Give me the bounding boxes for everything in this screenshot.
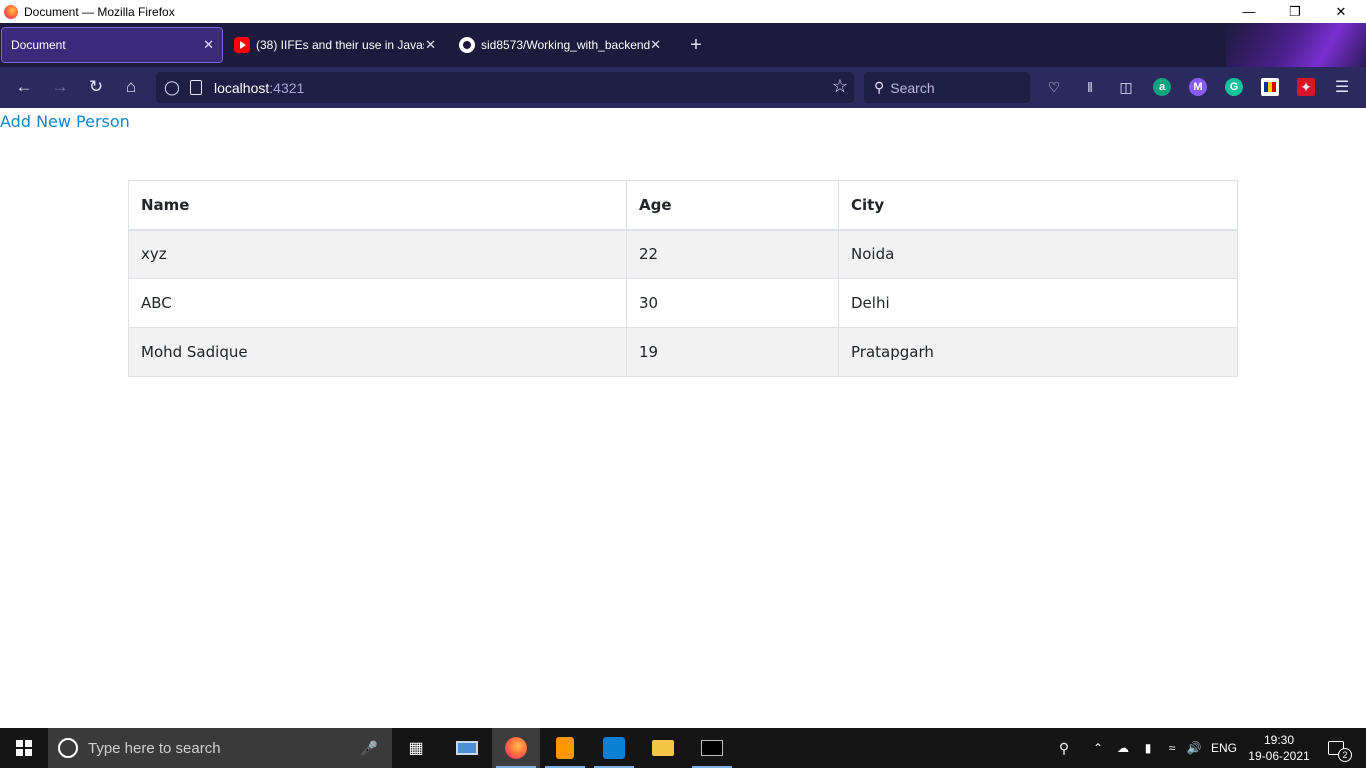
cell-city: Delhi (838, 278, 1238, 328)
tracking-shield-icon[interactable]: ◯ (164, 79, 180, 96)
language-indicator[interactable]: ENG (1208, 728, 1240, 768)
tab-document[interactable]: Document ✕ (1, 27, 223, 63)
github-icon (459, 37, 475, 53)
table-row: Mohd Sadique 19 Pratapgarh (128, 327, 1238, 377)
tab-github[interactable]: sid8573/Working_with_backend ✕ (459, 27, 665, 63)
window-titlebar: Document — Mozilla Firefox — ❐ ✕ (0, 0, 1366, 23)
column-header-age: Age (626, 180, 839, 231)
tab-label: Document (11, 38, 66, 52)
menu-hamburger-icon[interactable]: ☰ (1333, 78, 1351, 96)
cell-name: Mohd Sadique (128, 327, 627, 377)
search-input[interactable]: ⚲ Search (864, 72, 1030, 103)
windows-logo-icon (16, 740, 32, 756)
column-header-city: City (838, 180, 1238, 231)
microphone-icon[interactable]: 🎤 (361, 740, 378, 757)
wifi-icon[interactable]: ≈ (1161, 728, 1183, 768)
system-clock[interactable]: 19:30 19-06-2021 (1246, 732, 1312, 764)
cell-age: 22 (626, 229, 839, 279)
firefox-taskbar-icon[interactable] (492, 728, 540, 768)
windows-taskbar: Type here to search 🎤 ▦ ⚲ ⌃ ☁ ▮ ≈ 🔊 ENG … (0, 728, 1366, 768)
bookmark-star-icon[interactable]: ☆ (832, 76, 848, 97)
laptop-app-icon[interactable] (443, 728, 491, 768)
battery-icon[interactable]: ▮ (1137, 728, 1159, 768)
extension-m-icon[interactable]: M (1189, 78, 1207, 96)
theme-decoration (1226, 23, 1366, 67)
forward-arrow-icon[interactable]: → (48, 75, 72, 99)
tab-close-icon[interactable]: ✕ (425, 37, 436, 53)
people-icon[interactable]: ⚲ (1052, 728, 1076, 768)
firefox-logo-icon (4, 4, 18, 19)
home-icon[interactable]: ⌂ (119, 75, 143, 99)
cell-age: 19 (626, 327, 839, 377)
table-row: xyz 22 Noida (128, 229, 1238, 279)
tab-label: sid8573/Working_with_backend (481, 38, 651, 52)
url-port: :4321 (269, 79, 305, 96)
people-table: Name Age City xyz 22 Noida ABC 30 Delhi … (128, 180, 1238, 377)
close-window-button[interactable]: ✕ (1318, 0, 1364, 23)
reload-icon[interactable]: ↻ (84, 75, 108, 99)
pocket-icon[interactable]: ♡ (1045, 78, 1063, 96)
window-title: Document — Mozilla Firefox (24, 4, 175, 19)
task-view-icon[interactable]: ▦ (392, 728, 440, 768)
extension-wand-icon[interactable]: ✦ (1297, 78, 1315, 96)
start-button[interactable] (0, 728, 48, 768)
address-bar[interactable]: ◯ localhost :4321 ☆ (156, 72, 854, 103)
restore-button[interactable]: ❐ (1272, 0, 1318, 23)
tab-close-icon[interactable]: ✕ (203, 37, 214, 53)
tab-label: (38) IIFEs and their use in Javasc (256, 38, 424, 52)
volume-icon[interactable]: 🔊 (1183, 728, 1205, 768)
back-arrow-icon[interactable]: ← (12, 75, 36, 99)
clock-date: 19-06-2021 (1248, 749, 1310, 763)
onedrive-icon[interactable]: ☁ (1112, 728, 1134, 768)
search-placeholder: Search (890, 79, 935, 96)
notification-center-icon[interactable]: 2 (1318, 728, 1354, 768)
library-icon[interactable]: ‖ (1081, 78, 1099, 96)
navigation-toolbar: ← → ↻ ⌂ ◯ localhost :4321 ☆ ⚲ Search ♡ ‖… (0, 67, 1366, 108)
cell-city: Noida (838, 229, 1238, 279)
cell-name: ABC (128, 278, 627, 328)
cell-city: Pratapgarh (838, 327, 1238, 377)
file-explorer-icon[interactable] (639, 728, 687, 768)
youtube-icon (234, 37, 250, 53)
extension-flag-icon[interactable] (1261, 78, 1279, 96)
cell-age: 30 (626, 278, 839, 328)
cortana-icon (58, 738, 78, 758)
add-new-person-link[interactable]: Add New Person (0, 112, 130, 131)
grammarly-icon[interactable]: G (1225, 78, 1243, 96)
tab-youtube[interactable]: (38) IIFEs and their use in Javasc ✕ (234, 27, 438, 63)
chevron-up-icon[interactable]: ⌃ (1088, 728, 1108, 768)
terminal-icon[interactable] (688, 728, 736, 768)
page-info-icon[interactable] (190, 80, 202, 95)
extension-a-icon[interactable]: a (1153, 78, 1171, 96)
page-content: Add New Person Name Age City xyz 22 Noid… (0, 108, 1366, 728)
sidebar-icon[interactable]: ◫ (1117, 78, 1135, 96)
vscode-icon[interactable] (590, 728, 638, 768)
table-header-row: Name Age City (128, 180, 1238, 231)
minimize-button[interactable]: — (1226, 0, 1272, 23)
search-icon: ⚲ (874, 79, 885, 95)
clock-time: 19:30 (1263, 733, 1295, 747)
url-host: localhost (214, 79, 270, 96)
new-tab-button[interactable]: + (686, 33, 706, 57)
taskbar-search-placeholder: Type here to search (88, 739, 221, 757)
cell-name: xyz (128, 229, 627, 279)
taskbar-search-box[interactable]: Type here to search 🎤 (48, 728, 392, 768)
column-header-name: Name (128, 180, 627, 231)
tab-strip: Document ✕ (38) IIFEs and their use in J… (0, 23, 1366, 67)
table-row: ABC 30 Delhi (128, 278, 1238, 328)
notification-count-badge: 2 (1338, 748, 1352, 762)
sublime-text-icon[interactable] (541, 728, 589, 768)
tab-close-icon[interactable]: ✕ (650, 37, 661, 53)
